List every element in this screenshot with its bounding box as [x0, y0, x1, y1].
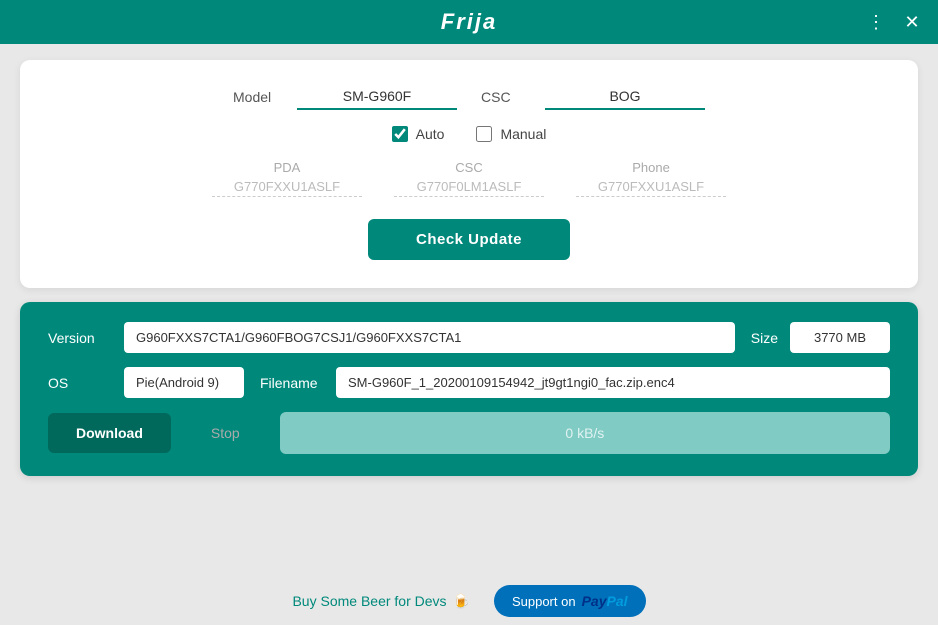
manual-checkbox-group: Manual — [476, 126, 546, 142]
filename-label: Filename — [260, 375, 320, 391]
phone-field: Phone G770FXXU1ASLF — [576, 160, 726, 197]
os-label: OS — [48, 375, 108, 391]
pda-label: PDA — [274, 160, 301, 175]
csc-input[interactable] — [545, 84, 705, 110]
os-input[interactable] — [124, 367, 244, 398]
pda-value: G770FXXU1ASLF — [212, 179, 362, 197]
csc-label: CSC — [481, 89, 521, 105]
size-label: Size — [751, 330, 778, 346]
csc-field: CSC G770F0LM1ASLF — [394, 160, 544, 197]
pda-field: PDA G770FXXU1ASLF — [212, 160, 362, 197]
auto-manual-row: Auto Manual — [52, 126, 886, 142]
check-update-button[interactable]: Check Update — [368, 219, 570, 260]
phone-value: G770FXXU1ASLF — [576, 179, 726, 197]
manual-label[interactable]: Manual — [500, 126, 546, 142]
stop-button[interactable]: Stop — [183, 413, 268, 453]
main-content: Model CSC Auto Manual PDA G770FXXU1ASLF … — [0, 44, 938, 577]
version-label: Version — [48, 330, 108, 346]
paypal-support-text: Support on — [512, 594, 576, 609]
auto-checkbox-group: Auto — [392, 126, 445, 142]
paypal-button[interactable]: Support on PayPal — [494, 585, 646, 617]
beer-emoji: 🍺 — [453, 593, 470, 610]
os-filename-row: OS Filename — [48, 367, 890, 398]
app-title: Frija — [441, 9, 497, 35]
footer: Buy Some Beer for Devs 🍺 Support on PayP… — [0, 577, 938, 625]
beer-link[interactable]: Buy Some Beer for Devs 🍺 — [292, 593, 470, 610]
paypal-logo: PayPal — [582, 593, 628, 609]
bottom-panel: Version Size OS Filename Download Stop 0… — [20, 302, 918, 476]
filename-input[interactable] — [336, 367, 890, 398]
beer-text: Buy Some Beer for Devs — [292, 593, 446, 609]
auto-label[interactable]: Auto — [416, 126, 445, 142]
model-csc-row: Model CSC — [52, 84, 886, 110]
top-panel: Model CSC Auto Manual PDA G770FXXU1ASLF … — [20, 60, 918, 288]
firmware-fields-row: PDA G770FXXU1ASLF CSC G770F0LM1ASLF Phon… — [52, 160, 886, 197]
version-input[interactable] — [124, 322, 735, 353]
auto-checkbox[interactable] — [392, 126, 408, 142]
close-button[interactable]: ✕ — [898, 8, 926, 36]
csc-field-value: G770F0LM1ASLF — [394, 179, 544, 197]
phone-label: Phone — [632, 160, 670, 175]
download-button[interactable]: Download — [48, 413, 171, 453]
version-size-row: Version Size — [48, 322, 890, 353]
manual-checkbox[interactable] — [476, 126, 492, 142]
model-label: Model — [233, 89, 273, 105]
progress-bar: 0 kB/s — [280, 412, 890, 454]
menu-button[interactable]: ⋮ — [862, 8, 890, 36]
size-input[interactable] — [790, 322, 890, 353]
model-input[interactable] — [297, 84, 457, 110]
title-bar: Frija ⋮ ✕ — [0, 0, 938, 44]
progress-text: 0 kB/s — [565, 425, 604, 441]
action-row: Download Stop 0 kB/s — [48, 412, 890, 454]
window-controls: ⋮ ✕ — [862, 8, 926, 36]
size-group: Size — [751, 322, 890, 353]
csc-field-label: CSC — [455, 160, 482, 175]
